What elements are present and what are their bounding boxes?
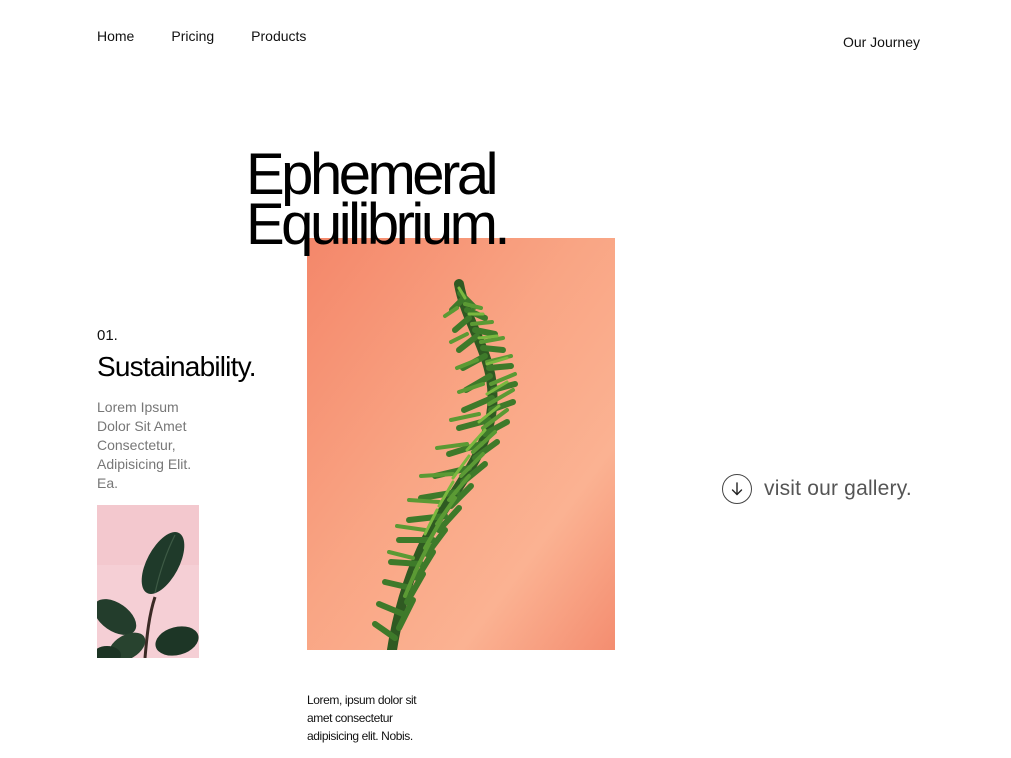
nav-link-products[interactable]: Products <box>251 27 306 45</box>
main-nav: Home Pricing Products <box>97 27 306 45</box>
plant-illustration <box>307 238 615 650</box>
nav-link-pricing[interactable]: Pricing <box>171 27 214 45</box>
arrow-down-circle-icon <box>722 474 752 504</box>
hero-title-line-2: Equilibrium. <box>246 192 511 257</box>
feature-description: Lorem Ipsum Dolor Sit Amet Consectetur, … <box>97 399 192 491</box>
feature-title: Sustainability. <box>97 351 256 382</box>
hero-title: Ephemeral Equilibrium. <box>246 146 511 257</box>
feature-number: 01. <box>97 327 118 344</box>
visit-gallery-label: visit our gallery. <box>764 477 912 500</box>
hero-plant-image <box>307 238 615 650</box>
arrow-down-icon <box>731 482 743 496</box>
page: Home Pricing Products Our Journey Epheme… <box>0 0 1011 758</box>
visit-gallery-link[interactable]: visit our gallery. <box>722 474 912 504</box>
nav-link-our-journey[interactable]: Our Journey <box>843 33 920 51</box>
rubber-plant-illustration <box>97 505 199 658</box>
image-caption: Lorem, ipsum dolor sit amet consectetur … <box>307 693 417 743</box>
nav-link-home[interactable]: Home <box>97 27 134 45</box>
rubber-plant-image <box>97 505 199 658</box>
